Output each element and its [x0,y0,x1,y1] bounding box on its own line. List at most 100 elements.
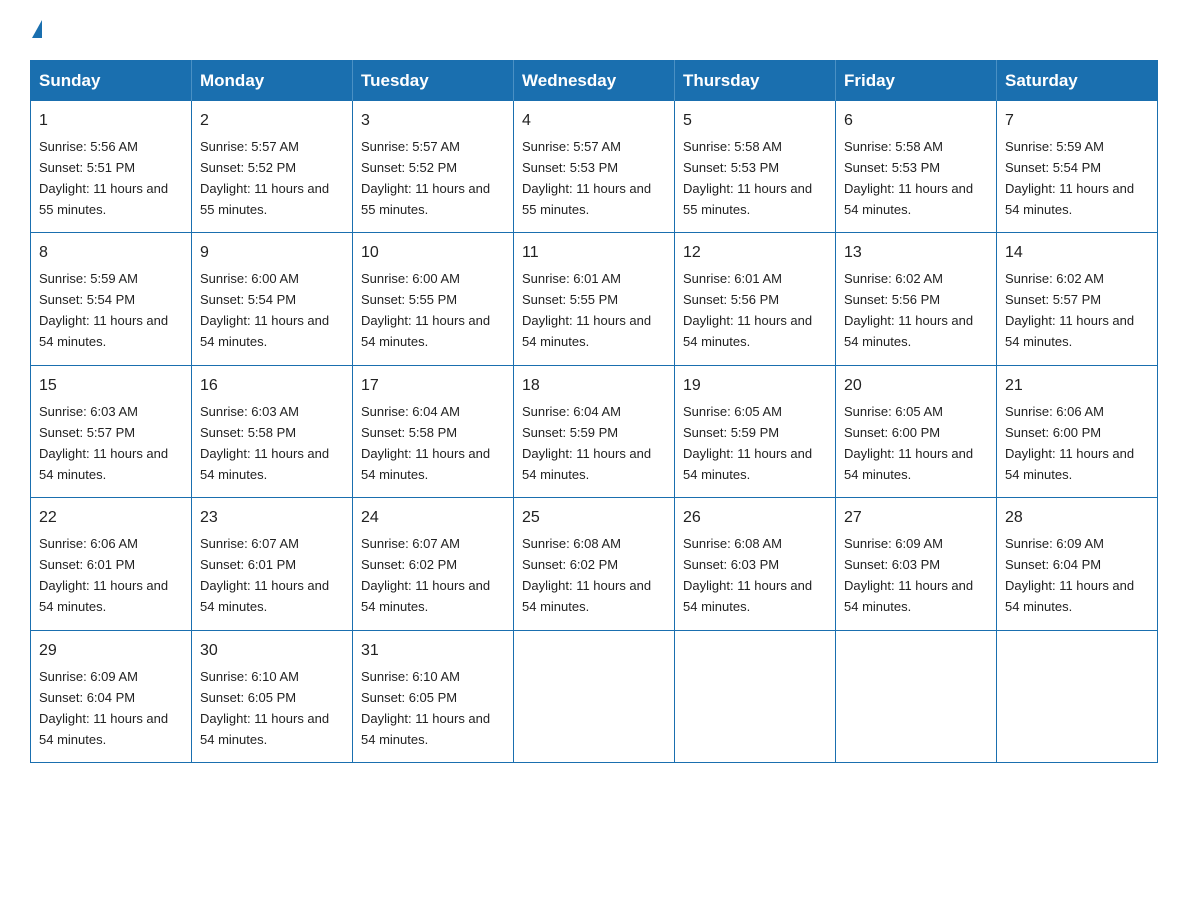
calendar-header-tuesday: Tuesday [353,61,514,102]
calendar-cell: 10 Sunrise: 6:00 AMSunset: 5:55 PMDaylig… [353,233,514,365]
day-info: Sunrise: 6:05 AMSunset: 6:00 PMDaylight:… [844,404,973,482]
calendar-week-row: 22 Sunrise: 6:06 AMSunset: 6:01 PMDaylig… [31,498,1158,630]
logo-triangle-icon [32,20,42,38]
calendar-cell: 17 Sunrise: 6:04 AMSunset: 5:58 PMDaylig… [353,365,514,497]
calendar-cell: 1 Sunrise: 5:56 AMSunset: 5:51 PMDayligh… [31,101,192,233]
day-number: 18 [522,374,666,399]
day-number: 10 [361,241,505,266]
day-info: Sunrise: 6:09 AMSunset: 6:04 PMDaylight:… [39,669,168,747]
day-number: 31 [361,639,505,664]
day-info: Sunrise: 5:57 AMSunset: 5:52 PMDaylight:… [361,139,490,217]
calendar-cell: 2 Sunrise: 5:57 AMSunset: 5:52 PMDayligh… [192,101,353,233]
day-number: 16 [200,374,344,399]
day-number: 19 [683,374,827,399]
logo [30,24,42,42]
calendar-header-sunday: Sunday [31,61,192,102]
day-info: Sunrise: 5:59 AMSunset: 5:54 PMDaylight:… [39,271,168,349]
day-number: 6 [844,109,988,134]
calendar-cell: 12 Sunrise: 6:01 AMSunset: 5:56 PMDaylig… [675,233,836,365]
calendar-header-thursday: Thursday [675,61,836,102]
calendar-cell: 28 Sunrise: 6:09 AMSunset: 6:04 PMDaylig… [997,498,1158,630]
day-info: Sunrise: 6:06 AMSunset: 6:01 PMDaylight:… [39,536,168,614]
calendar-header-friday: Friday [836,61,997,102]
calendar-cell: 16 Sunrise: 6:03 AMSunset: 5:58 PMDaylig… [192,365,353,497]
calendar-cell: 25 Sunrise: 6:08 AMSunset: 6:02 PMDaylig… [514,498,675,630]
day-info: Sunrise: 6:00 AMSunset: 5:54 PMDaylight:… [200,271,329,349]
calendar-cell: 21 Sunrise: 6:06 AMSunset: 6:00 PMDaylig… [997,365,1158,497]
calendar-cell: 8 Sunrise: 5:59 AMSunset: 5:54 PMDayligh… [31,233,192,365]
day-number: 23 [200,506,344,531]
calendar-cell: 20 Sunrise: 6:05 AMSunset: 6:00 PMDaylig… [836,365,997,497]
day-info: Sunrise: 6:10 AMSunset: 6:05 PMDaylight:… [200,669,329,747]
calendar-cell [514,630,675,762]
day-number: 7 [1005,109,1149,134]
day-info: Sunrise: 5:57 AMSunset: 5:53 PMDaylight:… [522,139,651,217]
day-info: Sunrise: 6:01 AMSunset: 5:55 PMDaylight:… [522,271,651,349]
day-number: 15 [39,374,183,399]
day-number: 2 [200,109,344,134]
day-number: 30 [200,639,344,664]
calendar-week-row: 1 Sunrise: 5:56 AMSunset: 5:51 PMDayligh… [31,101,1158,233]
day-number: 17 [361,374,505,399]
calendar-header-monday: Monday [192,61,353,102]
calendar-table: SundayMondayTuesdayWednesdayThursdayFrid… [30,60,1158,763]
day-info: Sunrise: 6:05 AMSunset: 5:59 PMDaylight:… [683,404,812,482]
calendar-cell: 18 Sunrise: 6:04 AMSunset: 5:59 PMDaylig… [514,365,675,497]
page-header [30,24,1158,42]
day-info: Sunrise: 6:07 AMSunset: 6:01 PMDaylight:… [200,536,329,614]
calendar-cell: 30 Sunrise: 6:10 AMSunset: 6:05 PMDaylig… [192,630,353,762]
day-number: 21 [1005,374,1149,399]
day-info: Sunrise: 6:08 AMSunset: 6:03 PMDaylight:… [683,536,812,614]
day-info: Sunrise: 6:10 AMSunset: 6:05 PMDaylight:… [361,669,490,747]
day-info: Sunrise: 6:09 AMSunset: 6:03 PMDaylight:… [844,536,973,614]
day-number: 12 [683,241,827,266]
calendar-week-row: 15 Sunrise: 6:03 AMSunset: 5:57 PMDaylig… [31,365,1158,497]
day-number: 13 [844,241,988,266]
calendar-week-row: 8 Sunrise: 5:59 AMSunset: 5:54 PMDayligh… [31,233,1158,365]
day-info: Sunrise: 6:06 AMSunset: 6:00 PMDaylight:… [1005,404,1134,482]
calendar-cell: 7 Sunrise: 5:59 AMSunset: 5:54 PMDayligh… [997,101,1158,233]
calendar-week-row: 29 Sunrise: 6:09 AMSunset: 6:04 PMDaylig… [31,630,1158,762]
calendar-cell: 3 Sunrise: 5:57 AMSunset: 5:52 PMDayligh… [353,101,514,233]
calendar-header-wednesday: Wednesday [514,61,675,102]
calendar-cell: 19 Sunrise: 6:05 AMSunset: 5:59 PMDaylig… [675,365,836,497]
day-info: Sunrise: 6:04 AMSunset: 5:59 PMDaylight:… [522,404,651,482]
day-number: 4 [522,109,666,134]
calendar-cell: 23 Sunrise: 6:07 AMSunset: 6:01 PMDaylig… [192,498,353,630]
calendar-cell: 29 Sunrise: 6:09 AMSunset: 6:04 PMDaylig… [31,630,192,762]
day-number: 28 [1005,506,1149,531]
day-info: Sunrise: 6:04 AMSunset: 5:58 PMDaylight:… [361,404,490,482]
day-info: Sunrise: 6:02 AMSunset: 5:56 PMDaylight:… [844,271,973,349]
day-number: 11 [522,241,666,266]
calendar-cell: 14 Sunrise: 6:02 AMSunset: 5:57 PMDaylig… [997,233,1158,365]
calendar-cell: 27 Sunrise: 6:09 AMSunset: 6:03 PMDaylig… [836,498,997,630]
day-number: 14 [1005,241,1149,266]
calendar-cell: 22 Sunrise: 6:06 AMSunset: 6:01 PMDaylig… [31,498,192,630]
calendar-cell [836,630,997,762]
day-info: Sunrise: 6:03 AMSunset: 5:58 PMDaylight:… [200,404,329,482]
calendar-header-saturday: Saturday [997,61,1158,102]
day-info: Sunrise: 6:03 AMSunset: 5:57 PMDaylight:… [39,404,168,482]
day-info: Sunrise: 5:58 AMSunset: 5:53 PMDaylight:… [844,139,973,217]
day-info: Sunrise: 6:09 AMSunset: 6:04 PMDaylight:… [1005,536,1134,614]
calendar-header-row: SundayMondayTuesdayWednesdayThursdayFrid… [31,61,1158,102]
day-number: 9 [200,241,344,266]
calendar-cell: 4 Sunrise: 5:57 AMSunset: 5:53 PMDayligh… [514,101,675,233]
day-info: Sunrise: 5:56 AMSunset: 5:51 PMDaylight:… [39,139,168,217]
calendar-cell: 9 Sunrise: 6:00 AMSunset: 5:54 PMDayligh… [192,233,353,365]
day-number: 25 [522,506,666,531]
day-info: Sunrise: 6:01 AMSunset: 5:56 PMDaylight:… [683,271,812,349]
day-number: 3 [361,109,505,134]
day-number: 24 [361,506,505,531]
day-info: Sunrise: 5:58 AMSunset: 5:53 PMDaylight:… [683,139,812,217]
day-info: Sunrise: 6:02 AMSunset: 5:57 PMDaylight:… [1005,271,1134,349]
day-info: Sunrise: 6:08 AMSunset: 6:02 PMDaylight:… [522,536,651,614]
calendar-cell: 26 Sunrise: 6:08 AMSunset: 6:03 PMDaylig… [675,498,836,630]
calendar-cell [997,630,1158,762]
calendar-cell: 6 Sunrise: 5:58 AMSunset: 5:53 PMDayligh… [836,101,997,233]
day-number: 26 [683,506,827,531]
day-number: 5 [683,109,827,134]
day-info: Sunrise: 6:07 AMSunset: 6:02 PMDaylight:… [361,536,490,614]
calendar-cell [675,630,836,762]
day-info: Sunrise: 5:59 AMSunset: 5:54 PMDaylight:… [1005,139,1134,217]
